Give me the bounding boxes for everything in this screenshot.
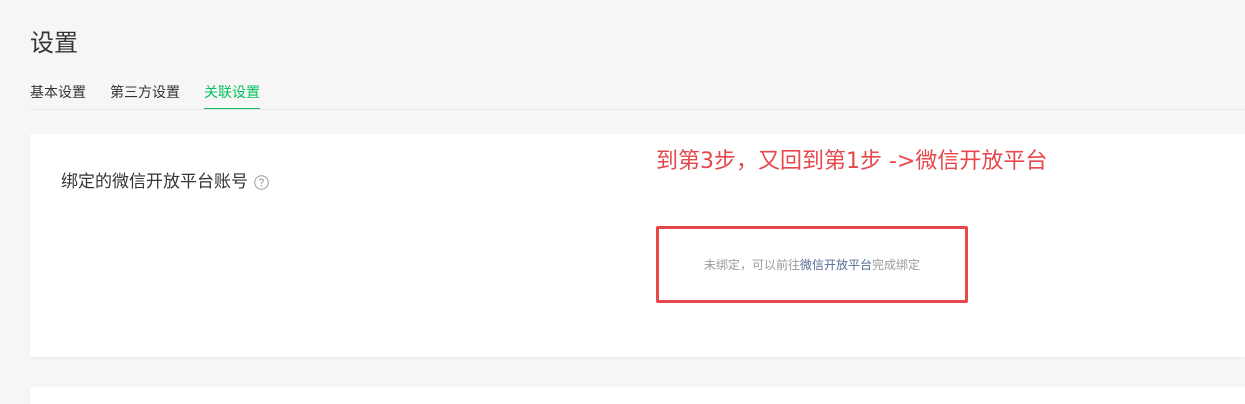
tab-basic-settings[interactable]: 基本设置 (30, 82, 86, 109)
question-circle-icon[interactable] (254, 174, 269, 190)
bind-hint-suffix: 完成绑定 (872, 258, 921, 272)
tab-divider (30, 109, 1245, 110)
bind-hint: 未绑定，可以前往 微信开放平台 完成绑定 (659, 229, 965, 300)
next-card (30, 387, 1245, 404)
bind-hint-prefix: 未绑定，可以前往 (703, 258, 800, 272)
open-platform-link[interactable]: 微信开放平台 (800, 256, 872, 273)
binding-card: 绑定的微信开放平台账号 (30, 134, 1245, 357)
settings-page: 设置 基本设置 第三方设置 关联设置 绑定的微信开放平台账号 到第3步，又回到第… (0, 0, 1245, 404)
annotation-text: 到第3步，又回到第1步 ->微信开放平台 (656, 149, 1048, 174)
settings-tabs: 基本设置 第三方设置 关联设置 (30, 82, 284, 110)
tab-association-settings[interactable]: 关联设置 (204, 82, 260, 110)
page-title: 设置 (30, 29, 78, 57)
binding-card-label: 绑定的微信开放平台账号 (61, 172, 248, 192)
annotation-highlight-box: 未绑定，可以前往 微信开放平台 完成绑定 (656, 226, 968, 303)
binding-card-label-row: 绑定的微信开放平台账号 (61, 170, 269, 194)
tab-third-party-settings[interactable]: 第三方设置 (110, 82, 180, 109)
